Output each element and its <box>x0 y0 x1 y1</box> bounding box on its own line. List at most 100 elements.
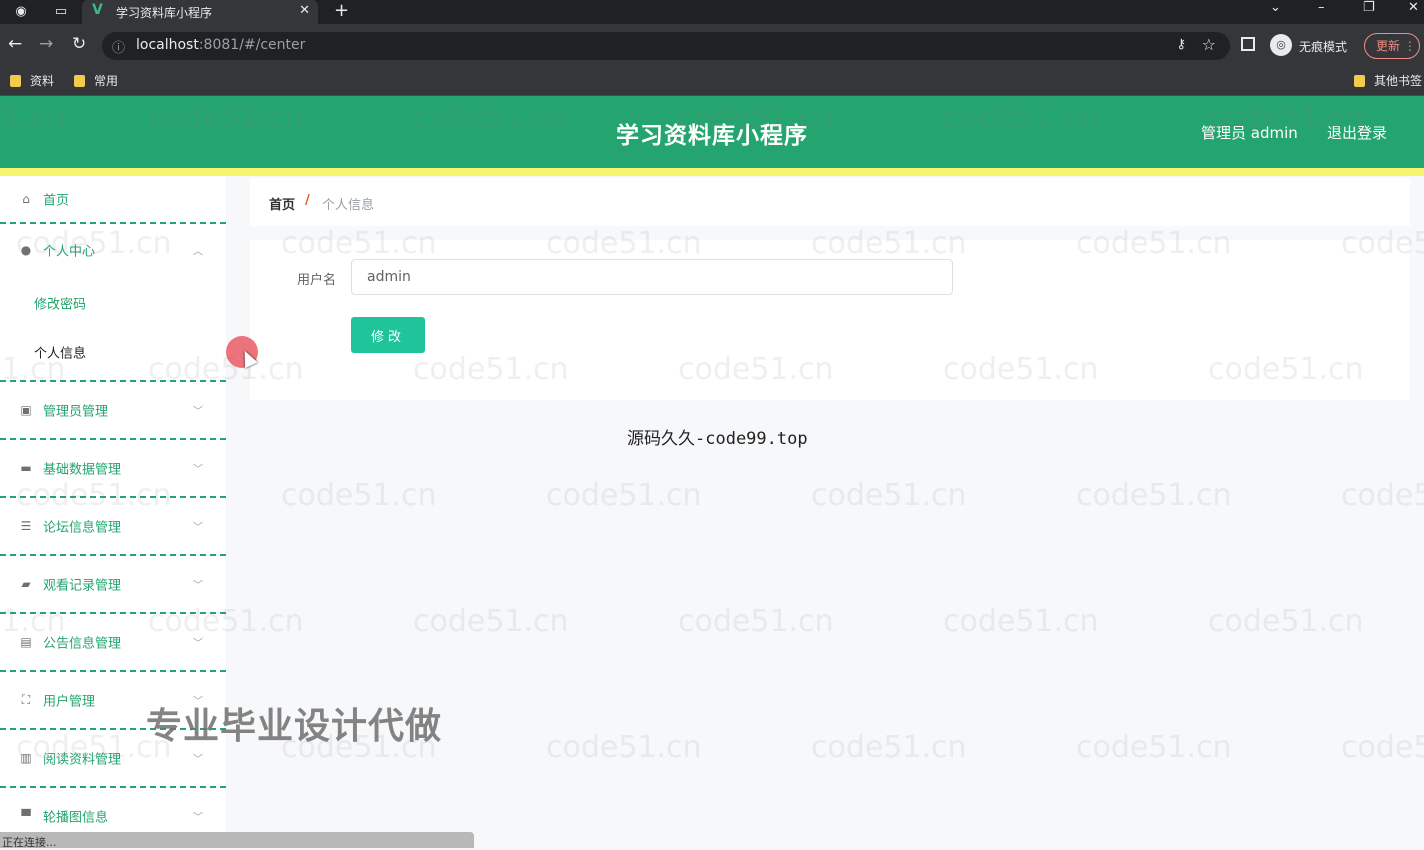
sidebar-item-personal-center[interactable]: ● 个人中心 ︿ <box>0 224 226 276</box>
folder-icon <box>74 75 85 87</box>
bookmarks-bar: 资料 常用 其他书签 <box>0 66 1424 96</box>
logout-link[interactable]: 退出登录 <box>1327 122 1387 143</box>
sidebar-item-announcements[interactable]: ▤ 公告信息管理 ﹀ <box>0 614 226 672</box>
sidebar-item-watch-records[interactable]: ▰ 观看记录管理 ﹀ <box>0 556 226 614</box>
update-profile-button[interactable]: 修改 <box>351 317 425 353</box>
bookmark-folder-ziliao[interactable]: 资料 <box>10 72 54 89</box>
incognito-label: 无痕模式 <box>1299 40 1348 54</box>
message-icon: ▬ <box>20 461 32 475</box>
source-note: 源码久久-code99.top <box>627 429 808 449</box>
breadcrumb-separator: / <box>305 193 310 208</box>
chevron-down-icon: ﹀ <box>193 580 203 592</box>
fullscreen-icon: ⛶ <box>21 692 31 707</box>
sidebar-item-label: 观看记录管理 <box>43 578 122 594</box>
bookmark-folder-changyong[interactable]: 常用 <box>74 72 118 89</box>
watermark-text: code51.cn <box>281 478 437 513</box>
chevron-down-icon: ﹀ <box>193 812 203 824</box>
chevron-down-icon: ﹀ <box>193 406 203 418</box>
side-panel-icon[interactable] <box>1241 37 1255 51</box>
reload-icon[interactable]: ↻ <box>72 34 86 54</box>
url-host: localhost <box>136 37 199 53</box>
sidebar-item-admin-management[interactable]: ▣ 管理员管理 ﹀ <box>0 382 226 440</box>
header-accent-strip <box>0 168 1424 176</box>
chart-icon: ▣ <box>20 403 32 417</box>
clipboard-icon: ▤ <box>20 635 32 649</box>
sidebar-item-label: 公告信息管理 <box>43 636 122 652</box>
sidebar-subitem-label: 修改密码 <box>34 297 87 313</box>
update-label: 更新 <box>1376 39 1401 53</box>
browser-status-bar: 正在连接... <box>0 832 474 849</box>
watermark-text: code51.cn <box>1341 478 1424 513</box>
browser-tab-bar: ◉ ▭ V 学习资料库小程序 ✕ + ⌄ – ❐ ✕ <box>0 0 1424 24</box>
close-window-icon[interactable]: ✕ <box>1408 0 1419 15</box>
watermark-text: code51.cn <box>811 730 967 765</box>
folder-icon <box>1354 75 1365 87</box>
sidebar-item-label: 用户管理 <box>43 694 96 710</box>
sidebar-item-label: 轮播图信息 <box>43 810 109 826</box>
sidebar-subitem-personal-info[interactable]: 个人信息 <box>0 328 226 382</box>
browser-menu-icon[interactable]: ◉ <box>12 3 30 21</box>
minimize-icon[interactable]: – <box>1318 0 1325 15</box>
document-icon: ▥ <box>20 751 32 765</box>
watermark-text: code51.cn <box>811 478 967 513</box>
monitor-icon: ▀ <box>21 809 31 823</box>
tab-list-chevron-icon[interactable]: ⌄ <box>1270 0 1281 15</box>
watermark-text: code51.cn <box>1341 730 1424 765</box>
sidebar-subitem-change-password[interactable]: 修改密码 <box>0 278 226 328</box>
bookmark-folder-other[interactable]: 其他书签 <box>1354 72 1422 89</box>
home-icon: ⌂ <box>22 192 30 206</box>
new-tab-button[interactable]: + <box>334 0 349 21</box>
bookmark-star-icon[interactable]: ☆ <box>1202 35 1216 54</box>
watermark-text: code51.cn <box>1208 604 1364 639</box>
tab-title: 学习资料库小程序 <box>116 6 213 20</box>
sidebar-item-forum[interactable]: ☰ 论坛信息管理 ﹀ <box>0 498 226 556</box>
bookmark-label: 其他书签 <box>1374 74 1423 88</box>
sidebar-item-label: 论坛信息管理 <box>43 520 122 536</box>
back-arrow-icon[interactable]: ← <box>8 34 22 54</box>
promo-overlay-text: 专业毕业设计代做 <box>146 706 443 747</box>
password-key-icon[interactable]: ⚷ <box>1176 37 1186 52</box>
watermark-text: code51.cn <box>678 604 834 639</box>
url-path: :8081/#/center <box>198 37 306 53</box>
username-input[interactable] <box>351 259 953 295</box>
address-bar[interactable]: ⓘ localhost:8081/#/center ⚷ ☆ <box>102 32 1230 60</box>
current-user-label: 管理员 admin <box>1201 124 1298 142</box>
watermark-text: code51.cn <box>1076 478 1232 513</box>
breadcrumb: 首页 / 个人信息 <box>250 178 1410 226</box>
watermark-text: code51.cn <box>1076 730 1232 765</box>
folder-icon <box>10 75 21 87</box>
restore-icon[interactable]: ❐ <box>1363 0 1375 15</box>
forward-arrow-icon[interactable]: → <box>39 34 53 54</box>
incognito-icon[interactable]: ◎ <box>1270 34 1292 56</box>
browser-tab[interactable]: V 学习资料库小程序 ✕ <box>82 0 318 24</box>
watermark-text: code51.cn <box>943 604 1099 639</box>
tab-search-icon[interactable]: ▭ <box>52 3 70 21</box>
bookmark-label: 资料 <box>30 74 55 88</box>
update-button[interactable]: 更新 ⋮ <box>1364 33 1420 59</box>
watermark-text: code51.cn <box>546 730 702 765</box>
sidebar-item-home[interactable]: ⌂ 首页 <box>0 176 226 224</box>
chevron-down-icon: ﹀ <box>193 522 203 534</box>
sidebar-item-label: 首页 <box>43 193 70 209</box>
url-text[interactable]: localhost:8081/#/center <box>136 37 305 53</box>
breadcrumb-current: 个人信息 <box>322 198 375 213</box>
browser-toolbar: ← → ↻ ⓘ localhost:8081/#/center ⚷ ☆ ◎ 无痕… <box>0 24 1424 66</box>
breadcrumb-home-link[interactable]: 首页 <box>269 194 295 213</box>
watermark-text: code51.cn <box>546 478 702 513</box>
briefcase-icon: ▰ <box>21 577 31 591</box>
username-label: 用户名 <box>297 273 337 288</box>
site-info-icon[interactable]: ⓘ <box>112 37 125 56</box>
vue-logo-icon: V <box>92 2 103 18</box>
sidebar-item-label: 管理员管理 <box>43 404 109 420</box>
chevron-down-icon: ﹀ <box>193 638 203 650</box>
watermark-text: code51.cn <box>413 604 569 639</box>
sliders-icon: ☰ <box>20 519 32 533</box>
bookmark-label: 常用 <box>94 74 119 88</box>
user-icon: ● <box>20 243 32 257</box>
profile-form: 用户名 修改 <box>250 240 1410 400</box>
sidebar-item-label: 基础数据管理 <box>43 462 122 478</box>
sidebar-item-basic-data[interactable]: ▬ 基础数据管理 ﹀ <box>0 440 226 498</box>
tab-close-icon[interactable]: ✕ <box>299 3 310 18</box>
sidebar-item-label: 阅读资料管理 <box>43 752 122 768</box>
sidebar-item-label: 个人中心 <box>43 244 96 260</box>
